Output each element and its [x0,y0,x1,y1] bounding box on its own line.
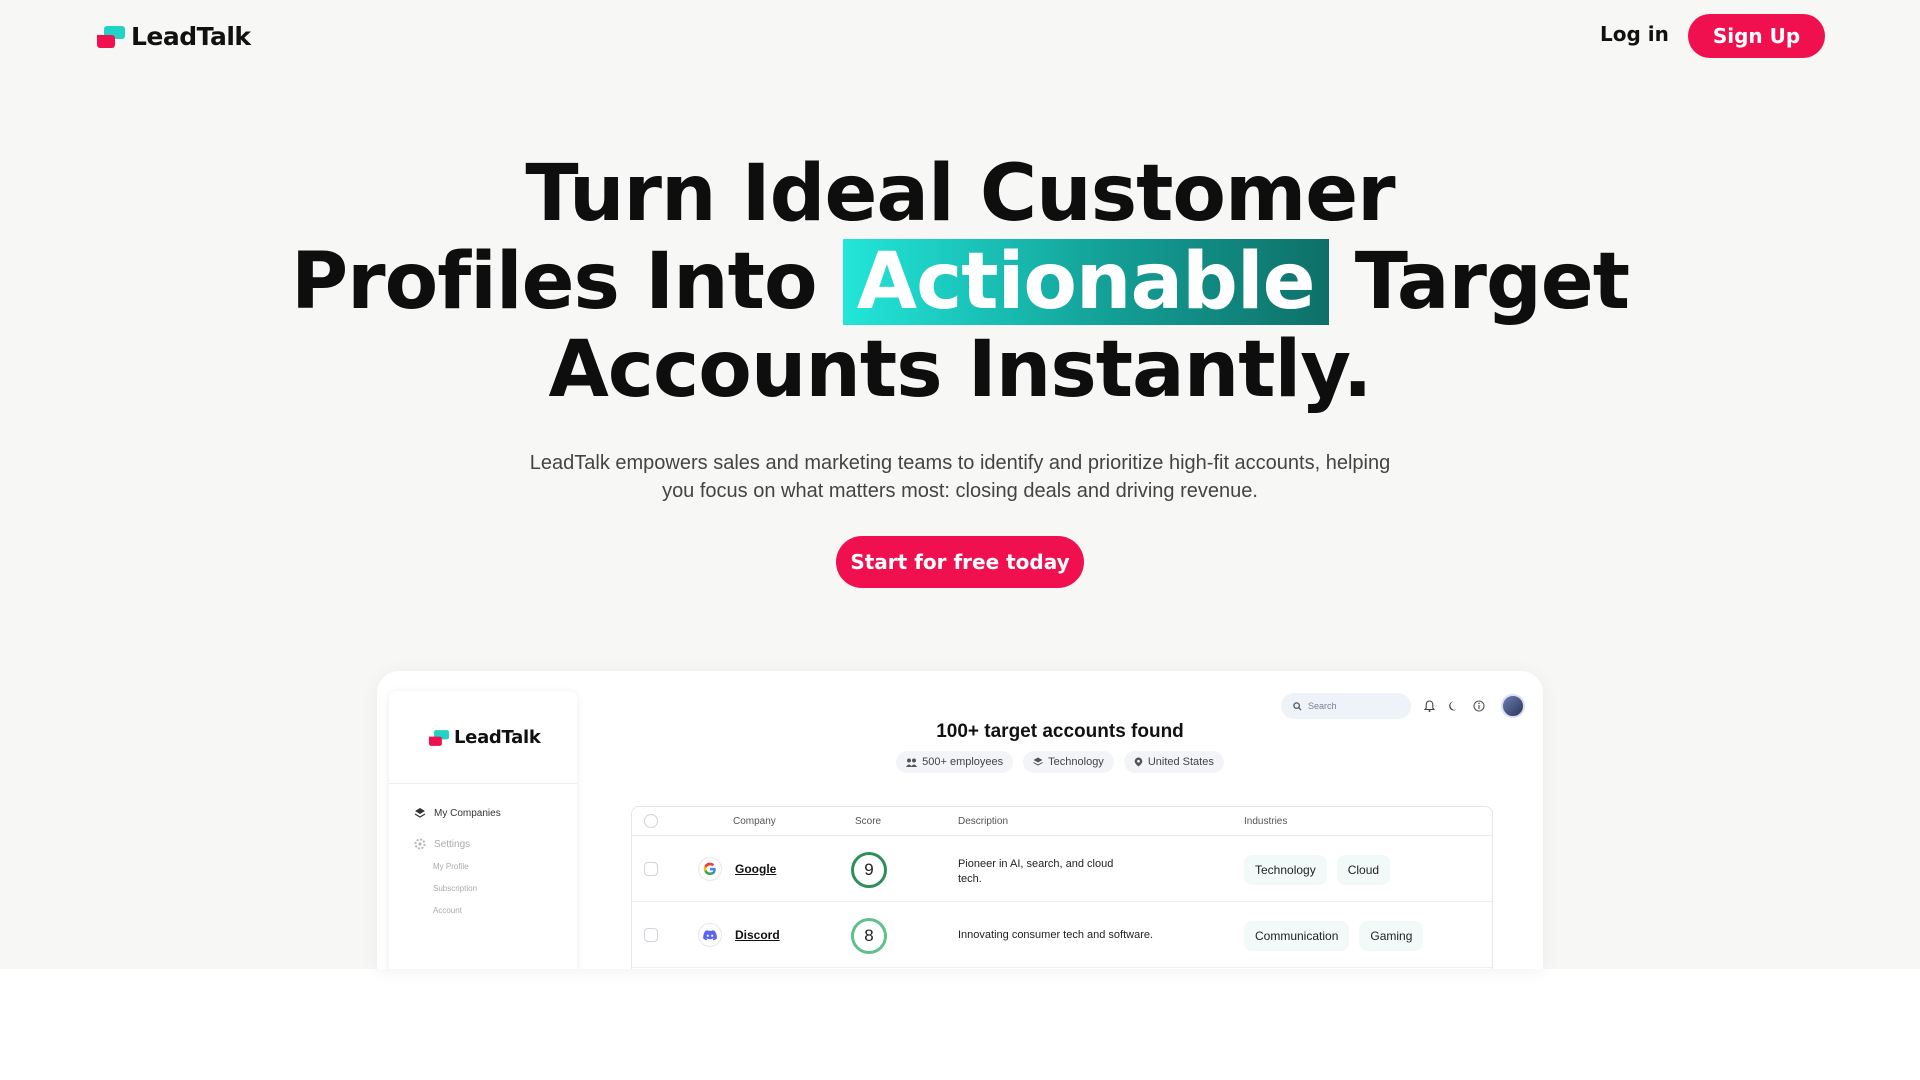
company-description: Pioneer in AI, search, and cloud tech. [958,858,1114,885]
brand-logo[interactable]: LeadTalk [95,22,251,51]
industry-tag[interactable]: Technology [1244,855,1327,885]
search-icon [1293,701,1302,711]
location-pin-icon [1134,757,1143,767]
signup-button[interactable]: Sign Up [1688,14,1825,58]
filter-chip-industry[interactable]: Technology [1023,751,1114,773]
filter-chip-location[interactable]: United States [1123,751,1224,773]
score-badge: 9 [851,852,887,888]
company-name-link[interactable]: Discord [735,928,780,942]
sidebar-logo-text: LeadTalk [454,727,541,748]
headline-highlight: Actionable [842,239,1329,325]
column-header-score[interactable]: Score [855,816,881,827]
sidebar-subitem-account[interactable]: Account [433,906,462,915]
row-checkbox[interactable] [644,928,658,942]
search-placeholder: Search [1308,701,1337,711]
column-header-description[interactable]: Description [958,816,1008,827]
table-header: Company Score Description Industries [632,807,1492,836]
top-nav: LeadTalk Log in Sign Up [0,0,1920,70]
layers-icon [414,808,426,818]
industry-tags: Technology Cloud [1244,855,1391,885]
hero-headline: Turn Ideal Customer Profiles Into Action… [0,150,1920,414]
search-input[interactable]: Search [1281,693,1411,719]
column-header-company[interactable]: Company [733,816,776,827]
sidebar-subitem-my-profile[interactable]: My Profile [433,862,469,871]
industry-tag[interactable]: Gaming [1359,921,1424,951]
sidebar-item-label: Settings [434,838,471,850]
row-checkbox[interactable] [644,862,658,876]
filter-chip-label: 500+ employees [922,756,1004,768]
moon-icon[interactable] [1446,698,1462,714]
score-badge: 8 [851,918,887,954]
info-icon[interactable] [1471,698,1487,714]
users-icon [906,758,918,767]
headline-line-3: Accounts Instantly. [548,325,1372,415]
hero-subtitle: LeadTalk empowers sales and marketing te… [500,449,1420,505]
column-header-industries[interactable]: Industries [1244,816,1287,827]
sidebar-item-label: My Companies [434,807,501,819]
filter-chip-label: Technology [1048,756,1104,768]
headline-line-2-post: Target [1354,237,1630,327]
subtitle-line-1: LeadTalk empowers sales and marketing te… [529,452,1391,474]
subtitle-line-2: you focus on what matters most: closing … [662,480,1258,502]
industry-tag[interactable]: Communication [1244,921,1350,951]
filter-chip-label: United States [1147,756,1214,768]
preview-sidebar: LeadTalk My Companies Settings My Profil… [389,691,577,969]
bell-icon[interactable] [1421,698,1437,714]
headline-line-2-pre: Profiles Into [291,237,818,327]
table-row[interactable]: Google 9 Pioneer in AI, search, and clou… [632,836,1492,902]
logo-mark-icon [95,23,127,51]
start-free-button[interactable]: Start for free today [836,536,1084,588]
results-title: 100+ target accounts found [936,721,1184,742]
sidebar-logo[interactable]: LeadTalk [427,727,541,748]
discord-logo-icon [698,923,722,947]
logo-text: LeadTalk [131,22,251,51]
industry-tags: Communication Gaming [1244,921,1424,951]
filter-chip-employees[interactable]: 500+ employees [896,751,1014,773]
select-all-checkbox[interactable] [644,814,658,828]
app-preview: LeadTalk My Companies Settings My Profil… [377,671,1543,969]
table-row[interactable]: Discord 8 Innovating consumer tech and s… [632,902,1492,968]
sidebar-subitem-subscription[interactable]: Subscription [433,884,477,893]
sidebar-item-my-companies[interactable]: My Companies [414,807,501,819]
industry-tag[interactable]: Cloud [1336,855,1391,885]
sidebar-divider [389,783,577,784]
layers-icon [1033,757,1043,766]
filter-chips: 500+ employees Technology United States [577,751,1543,773]
headline-line-2: Profiles Into Actionable Target [0,238,1920,326]
logo-mark-icon [429,729,449,746]
gear-icon [414,838,426,850]
google-logo-icon [698,857,722,881]
headline-line-1: Turn Ideal Customer [525,149,1395,239]
company-name-link[interactable]: Google [735,862,776,876]
company-description: Innovating consumer tech and software. [958,929,1154,941]
user-avatar[interactable] [1501,694,1525,718]
accounts-table: Company Score Description Industries Goo… [631,806,1493,969]
sidebar-item-settings[interactable]: Settings [414,838,470,850]
login-link[interactable]: Log in [1600,22,1669,46]
